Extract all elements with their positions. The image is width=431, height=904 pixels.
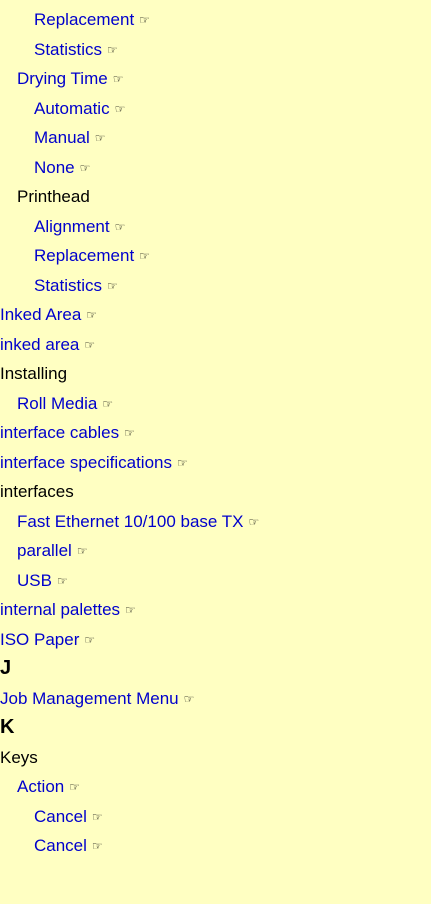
pointing-hand-icon[interactable]: ☞ — [84, 331, 95, 361]
pointing-hand-icon[interactable]: ☞ — [124, 419, 135, 449]
index-entry[interactable]: parallel ☞ — [0, 536, 431, 566]
index-entry: Installing — [0, 359, 431, 389]
index-entry[interactable]: interface specifications ☞ — [0, 448, 431, 478]
pointing-hand-icon[interactable]: ☞ — [115, 95, 126, 125]
index-entry: interfaces — [0, 477, 431, 507]
index-entry-link[interactable]: Fast Ethernet 10/100 base TX — [17, 512, 244, 531]
index-entry-link[interactable]: Inked Area — [0, 305, 81, 324]
pointing-hand-icon[interactable]: ☞ — [107, 272, 118, 302]
index-entry[interactable]: Cancel ☞ — [0, 831, 431, 861]
index-entry[interactable]: Fast Ethernet 10/100 base TX ☞ — [0, 507, 431, 537]
index-entry-link[interactable]: Replacement — [34, 10, 134, 29]
pointing-hand-icon[interactable]: ☞ — [113, 65, 124, 95]
index-entry-label: interfaces — [0, 482, 74, 501]
index-entry[interactable]: Drying Time ☞ — [0, 64, 431, 94]
index-letter-heading: K — [0, 713, 431, 743]
index-letter-label: K — [0, 716, 15, 738]
index-entry-label: Printhead — [17, 187, 90, 206]
index-entry-link[interactable]: Drying Time — [17, 69, 108, 88]
index-letter-label: J — [0, 657, 12, 679]
index-letter-heading: J — [0, 654, 431, 684]
pointing-hand-icon[interactable]: ☞ — [115, 213, 126, 243]
index-entry-label: Keys — [0, 747, 38, 767]
index-entry[interactable]: Replacement ☞ — [0, 241, 431, 271]
pointing-hand-icon[interactable]: ☞ — [80, 154, 91, 184]
pointing-hand-icon[interactable]: ☞ — [177, 449, 188, 479]
index-entry[interactable]: internal palettes ☞ — [0, 595, 431, 625]
index-entry[interactable]: USB ☞ — [0, 566, 431, 596]
index-entry-link[interactable]: interface specifications — [0, 453, 172, 472]
index-entry[interactable]: Cancel ☞ — [0, 802, 431, 832]
index-entry-link[interactable]: interface cables — [0, 423, 119, 442]
index-entry-link[interactable]: parallel — [17, 541, 72, 560]
index-entry[interactable]: Manual ☞ — [0, 123, 431, 153]
pointing-hand-icon[interactable]: ☞ — [102, 390, 113, 420]
pointing-hand-icon[interactable]: ☞ — [107, 36, 118, 66]
pointing-hand-icon[interactable]: ☞ — [92, 832, 103, 862]
index-entry-link[interactable]: Manual — [34, 128, 90, 147]
pointing-hand-icon[interactable]: ☞ — [95, 124, 106, 154]
index-entry-link[interactable]: inked area — [0, 335, 79, 354]
pointing-hand-icon[interactable]: ☞ — [184, 685, 195, 715]
pointing-hand-icon[interactable]: ☞ — [125, 596, 136, 626]
index-entry-link[interactable]: Job Management Menu — [0, 689, 179, 708]
index-entry[interactable]: Replacement ☞ — [0, 5, 431, 35]
index-entry[interactable]: ISO Paper ☞ — [0, 625, 431, 655]
index-entry[interactable]: Roll Media ☞ — [0, 389, 431, 419]
index-entry-link[interactable]: Cancel — [34, 807, 87, 826]
index-entry: Printhead — [0, 182, 431, 212]
document-index: Replacement ☞ Statistics ☞ Drying Time ☞ Autom… — [0, 0, 431, 861]
index-entry[interactable]: Inked Area ☞ — [0, 300, 431, 330]
index-entry-link[interactable]: Automatic — [34, 99, 110, 118]
pointing-hand-icon[interactable]: ☞ — [249, 508, 260, 538]
index-entry-link[interactable]: internal palettes — [0, 600, 120, 619]
index-entry[interactable]: inked area ☞ — [0, 330, 431, 360]
pointing-hand-icon[interactable]: ☞ — [57, 567, 68, 597]
index-entry-link[interactable]: Roll Media — [17, 394, 97, 413]
index-entry[interactable]: Job Management Menu ☞ — [0, 684, 431, 714]
pointing-hand-icon[interactable]: ☞ — [69, 773, 80, 803]
index-entry-label: Installing — [0, 364, 68, 383]
index-entry[interactable]: Statistics ☞ — [0, 271, 431, 301]
pointing-hand-icon[interactable]: ☞ — [84, 626, 95, 656]
pointing-hand-icon[interactable]: ☞ — [139, 6, 150, 36]
pointing-hand-icon[interactable]: ☞ — [139, 242, 150, 272]
index-entry[interactable]: Action ☞ — [0, 772, 431, 802]
index-entry-link[interactable]: Replacement — [34, 246, 134, 265]
pointing-hand-icon[interactable]: ☞ — [77, 537, 88, 567]
index-entry-link[interactable]: Alignment — [34, 217, 110, 236]
index-entry-link[interactable]: Action — [17, 777, 64, 796]
index-entry-link[interactable]: USB — [17, 571, 52, 590]
index-entry[interactable]: interface cables ☞ — [0, 418, 431, 448]
index-entry-link[interactable]: None — [34, 158, 75, 177]
index-entry[interactable]: Statistics ☞ — [0, 35, 431, 65]
index-entry[interactable]: Alignment ☞ — [0, 212, 431, 242]
pointing-hand-icon[interactable]: ☞ — [92, 803, 103, 833]
index-entry[interactable]: Automatic ☞ — [0, 94, 431, 124]
index-entry-link[interactable]: Statistics — [34, 40, 102, 59]
pointing-hand-icon[interactable]: ☞ — [86, 301, 97, 331]
index-entry: Keys — [0, 743, 431, 773]
index-entry-link[interactable]: Statistics — [34, 276, 102, 295]
index-entry-link[interactable]: ISO Paper — [0, 630, 79, 649]
index-entry[interactable]: None ☞ — [0, 153, 431, 183]
index-entry-link[interactable]: Cancel — [34, 836, 87, 855]
